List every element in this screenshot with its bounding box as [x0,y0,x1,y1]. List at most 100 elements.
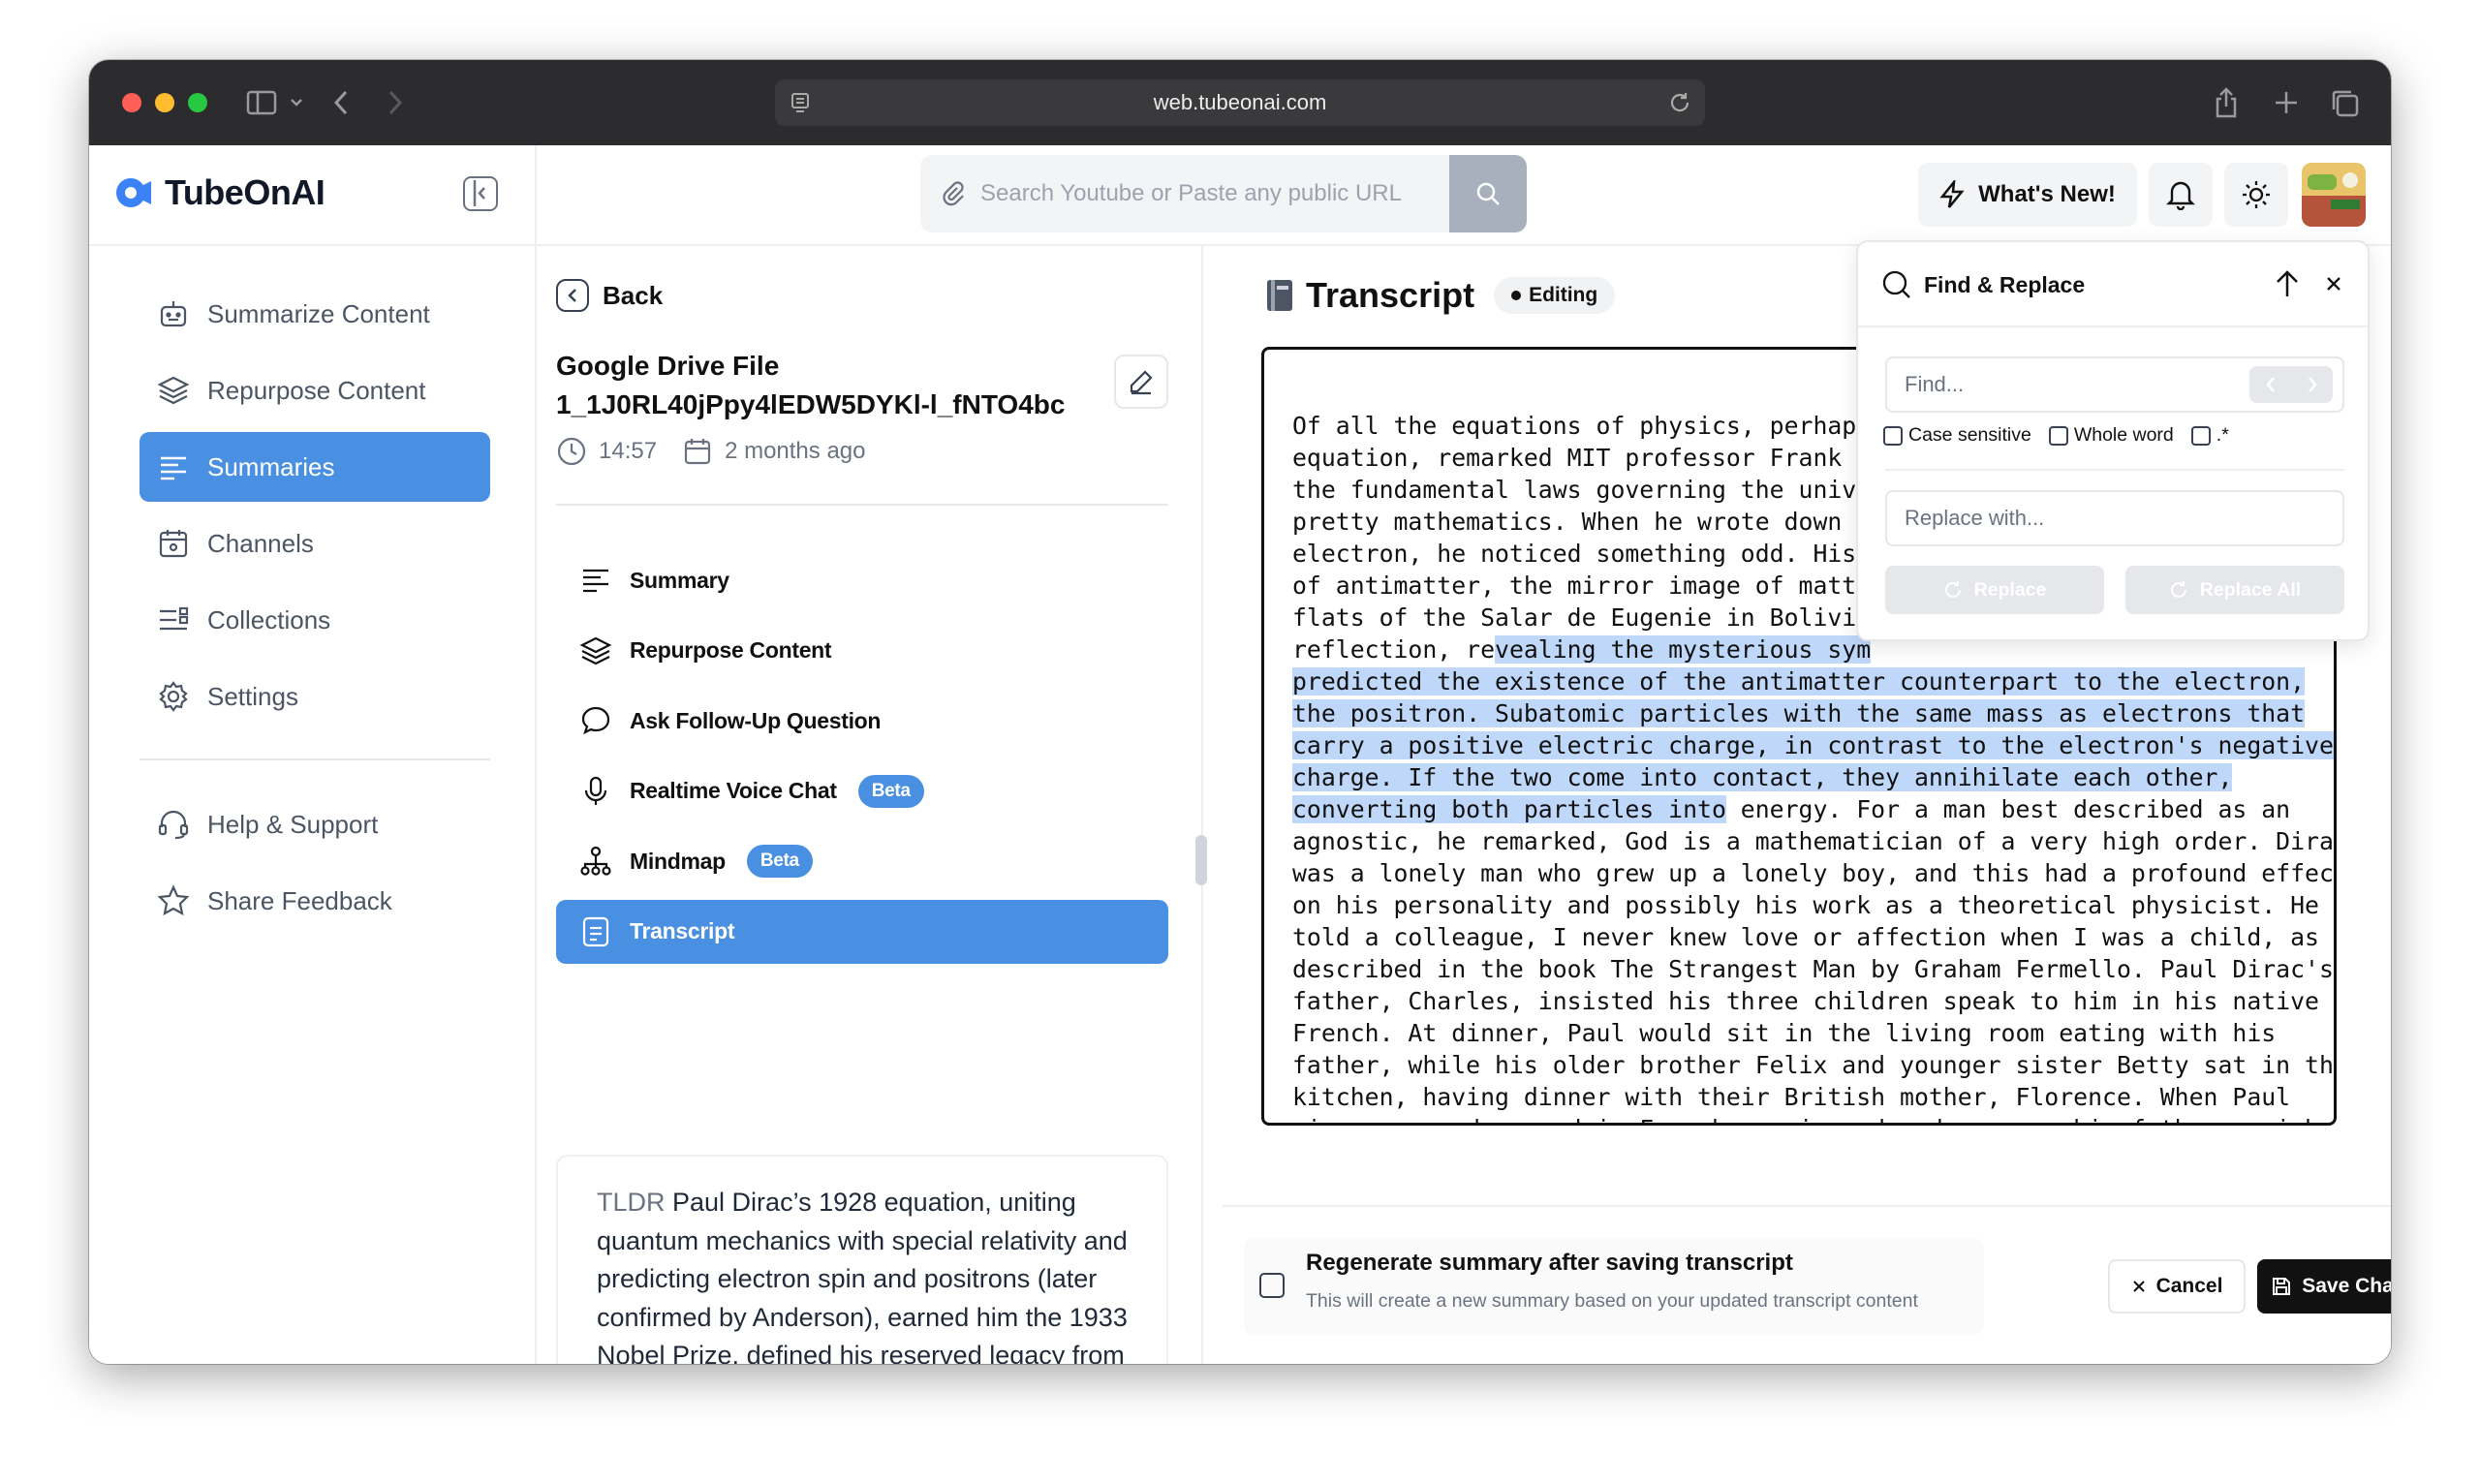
menu-item-repurpose-content[interactable]: Repurpose Content [556,619,1168,683]
chat-bubble-icon [581,706,610,735]
status-dot [1511,291,1522,300]
editing-status-label: Editing [1529,284,1598,306]
regex-checkbox[interactable] [2190,425,2211,446]
theme-toggle-button[interactable] [2224,163,2288,227]
transcript-title: Transcript [1306,275,1475,315]
file-title-line2: 1_1J0RL40jPpy4lEDW5DYKl-l_fNTO4bc [556,389,1066,419]
search-input[interactable] [980,180,1426,207]
beta-badge: Beta [746,845,813,878]
tldr-text: Paul Dirac’s 1928 equation, uniting quan… [597,1188,1128,1364]
back-button[interactable]: Back [556,279,663,312]
sidebar: TubeOnAI Summarize Content Repurpose Con… [89,145,537,1364]
whats-new-button[interactable]: What's New! [1918,163,2137,227]
minimize-window-button[interactable] [155,93,174,112]
replace-label: Replace [1973,578,2047,601]
notifications-button[interactable] [2149,163,2213,227]
lines-icon [583,569,608,593]
transcript-line: carry a positive electric charge, in con… [1292,729,2334,761]
back-arrow-icon[interactable] [324,85,358,120]
new-tab-icon[interactable] [2269,85,2304,120]
case-sensitive-option[interactable]: Case sensitive [1883,424,2031,447]
replace-all-button[interactable]: Replace All [2125,566,2344,614]
reload-icon[interactable] [1668,91,1691,114]
sidebar-item-summarize-content[interactable]: Summarize Content [140,279,490,349]
case-sensitive-label: Case sensitive [1908,424,2031,446]
transcript-line: charge. If the two come into contact, th… [1292,761,2319,793]
menu-item-mindmap[interactable]: Mindmap Beta [556,829,1168,893]
text-segment: energy. For a man best described as an [1725,795,2291,823]
regenerate-option: Regenerate summary after saving transcri… [1244,1238,1984,1335]
sidebar-item-help-support[interactable]: Help & Support [140,789,490,859]
whole-word-checkbox[interactable] [2048,425,2068,446]
page-settings-icon[interactable] [789,91,812,114]
close-window-button[interactable] [122,93,141,112]
share-icon[interactable] [2209,85,2244,120]
menu-item-label: Ask Follow-Up Question [630,707,882,733]
sidebar-item-summaries[interactable]: Summaries [140,432,490,502]
save-changes-button[interactable]: Save Changes [2257,1259,2391,1314]
logo[interactable]: TubeOnAI [114,172,326,213]
file-title-line1: Google Drive File [556,351,780,381]
highlighted-selection: converting both particles into [1292,795,1726,823]
menu-item-label: Transcript [630,918,735,943]
clock-icon [557,437,586,466]
whole-word-option[interactable]: Whole word [2048,424,2174,447]
regex-option[interactable]: .* [2190,424,2229,447]
sidebar-item-share-feedback[interactable]: Share Feedback [140,866,490,936]
app-area: TubeOnAI Summarize Content Repurpose Con… [89,145,2391,1364]
menu-item-realtime-voice-chat[interactable]: Realtime Voice Chat Beta [556,759,1168,823]
menu-item-transcript[interactable]: Transcript [556,899,1168,964]
paperclip-icon[interactable] [938,179,967,208]
close-icon[interactable] [2319,269,2348,298]
case-sensitive-checkbox[interactable] [1883,425,1903,446]
forward-arrow-icon[interactable] [378,85,413,120]
collapse-up-icon[interactable] [2271,267,2304,300]
sidebar-item-label: Channels [207,528,314,558]
zoom-window-button[interactable] [188,93,207,112]
menu-item-label: Repurpose Content [630,637,832,663]
menu-item-ask-follow-up[interactable]: Ask Follow-Up Question [556,689,1168,753]
next-match-button[interactable] [2291,366,2333,403]
avatar[interactable] [2302,163,2366,227]
menu-item-label: Realtime Voice Chat [630,778,837,803]
transcript-line: father, while his older brother Felix an… [1292,1051,2337,1079]
transcript-line: on his personality and possibly his work… [1292,891,2319,919]
book-icon [1267,280,1292,311]
list-icon [160,606,189,631]
chevron-down-icon[interactable] [279,85,314,120]
browser-toolbar: web.tubeonai.com [89,60,2391,145]
previous-match-button[interactable] [2249,366,2291,403]
transcript-line: French. At dinner, Paul would sit in the… [1292,1019,2277,1047]
cancel-label: Cancel [2155,1275,2223,1297]
sidebar-toggle-icon[interactable] [244,85,279,120]
save-icon [2273,1278,2291,1295]
sidebar-item-collections[interactable]: Collections [140,585,490,655]
refresh-icon [2170,581,2186,598]
sidebar-item-repurpose-content[interactable]: Repurpose Content [140,356,490,425]
menu-item-summary[interactable]: Summary [556,548,1168,612]
sidebar-item-channels[interactable]: Channels [140,509,490,578]
edit-title-button[interactable] [1114,355,1168,409]
cancel-button[interactable]: Cancel [2108,1259,2246,1314]
sidebar-item-settings[interactable]: Settings [140,662,490,731]
menu-item-label: Mindmap [630,848,726,874]
address-bar[interactable]: web.tubeonai.com [775,79,1705,126]
window-controls [122,93,207,112]
lightning-icon [1939,180,1965,208]
replace-input[interactable] [1885,490,2344,546]
regenerate-checkbox[interactable] [1259,1273,1285,1298]
tubeonai-logo-icon [116,178,151,207]
replace-button[interactable]: Replace [1885,566,2104,614]
tab-overview-icon[interactable] [2327,85,2362,120]
transcript-line: the positron. Subatomic particles with t… [1292,697,2319,729]
transcript-line: agnostic, he remarked, God is a mathemat… [1292,827,2337,855]
editing-status-badge: Editing [1494,277,1616,314]
star-icon [157,884,190,916]
find-replace-title-group: Find & Replace [1881,269,2085,300]
search-button[interactable] [1449,155,1527,232]
search-bar [920,155,1449,232]
headset-icon [158,810,189,840]
brand-name: TubeOnAI [165,172,326,212]
search-icon [1476,182,1500,205]
collapse-sidebar-button[interactable] [463,176,498,211]
